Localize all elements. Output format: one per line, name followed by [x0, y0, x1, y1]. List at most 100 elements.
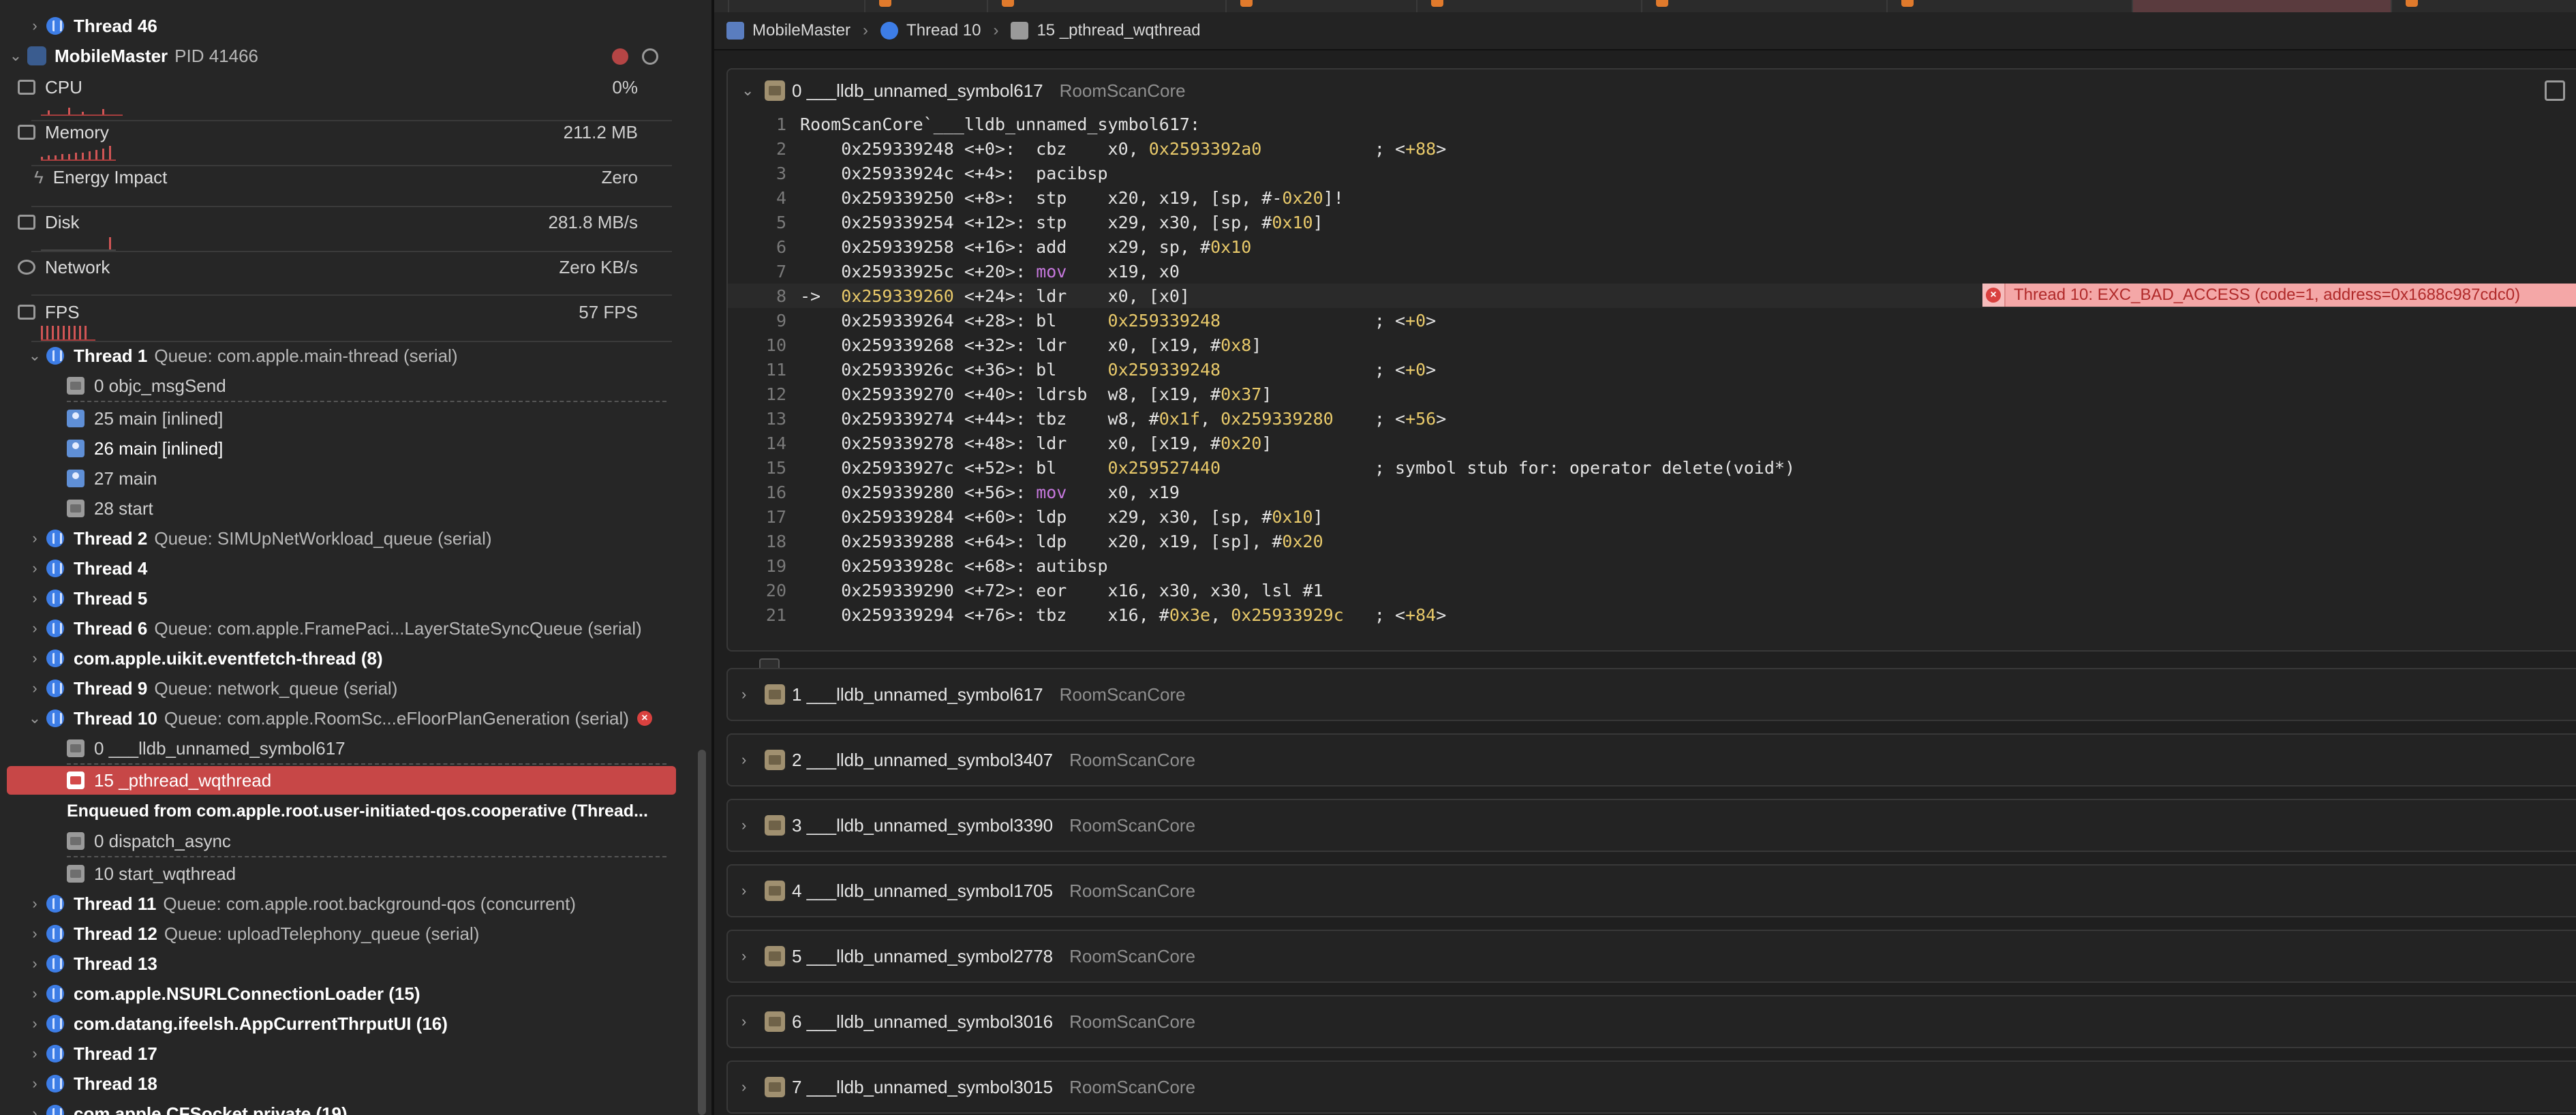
line-number[interactable]: 8 — [728, 286, 786, 306]
line-number[interactable]: 20 — [728, 581, 786, 600]
editor-tab[interactable] — [1225, 0, 1416, 12]
stack-frame-row[interactable]: 0 ___lldb_unnamed_symbol617 — [0, 735, 681, 762]
thread-row[interactable]: › Thread 6 Queue: com.apple.FramePaci...… — [0, 615, 681, 642]
chevron-right-icon[interactable]: › — [741, 816, 765, 834]
code-line[interactable]: 2 0x259339248 <+0>: cbz x0, 0x2593392a0 … — [728, 136, 2576, 161]
line-number[interactable]: 19 — [728, 556, 786, 576]
pause-indicator-icon[interactable] — [612, 48, 628, 65]
code-line-current[interactable]: 8 -> 0x259339260 <+24>: ldr x0, [x0] × Thre… — [728, 284, 2576, 308]
gauge-cpu[interactable]: CPU 0% — [0, 74, 681, 101]
thread-row[interactable]: › Thread 46 — [0, 12, 681, 40]
line-number[interactable]: 6 — [728, 237, 786, 257]
code-line[interactable]: 3 0x25933924c <+4>: pacibsp — [728, 161, 2576, 185]
frame-panel-header[interactable]: › 4 ___lldb_unnamed_symbol1705 RoomScanCor… — [728, 866, 2576, 916]
breadcrumb-frame[interactable]: 15 _pthread_wqthread — [1037, 21, 1200, 40]
breadcrumb-thread[interactable]: Thread 10 — [906, 21, 981, 40]
thread-row-crashed[interactable]: ⌄ Thread 10 Queue: com.apple.RoomSc...eF… — [0, 705, 681, 732]
chevron-right-icon[interactable]: › — [23, 17, 46, 35]
line-number[interactable]: 10 — [728, 335, 786, 355]
thread-row[interactable]: › Thread 5 — [0, 585, 681, 612]
chevron-right-icon[interactable]: › — [23, 955, 46, 973]
chevron-right-icon[interactable]: › — [741, 1078, 765, 1096]
gauge-disk[interactable]: Disk 281.8 MB/s — [0, 209, 681, 236]
debug-options-icon[interactable] — [642, 48, 658, 65]
line-number[interactable]: 2 — [728, 139, 786, 159]
chevron-right-icon[interactable]: › — [741, 882, 765, 900]
process-row[interactable]: ⌄ MobileMaster PID 41466 — [0, 42, 681, 70]
line-number[interactable]: 11 — [728, 360, 786, 380]
line-number[interactable]: 13 — [728, 409, 786, 429]
stack-frame-row-selected[interactable]: 15 _pthread_wqthread — [0, 767, 681, 794]
line-number[interactable]: 3 — [728, 164, 786, 183]
gauge-network[interactable]: Network Zero KB/s — [0, 254, 681, 281]
chevron-right-icon[interactable]: › — [23, 530, 46, 547]
chevron-right-icon[interactable]: › — [23, 560, 46, 577]
frame-panel-header[interactable]: › 3 ___lldb_unnamed_symbol3390 RoomScanCor… — [728, 800, 2576, 851]
chevron-right-icon[interactable]: › — [23, 1045, 46, 1063]
code-line[interactable]: 1 RoomScanCore`___lldb_unnamed_symbol617: — [728, 112, 2576, 136]
editor-tab[interactable] — [728, 0, 864, 12]
chevron-down-icon[interactable]: ⌄ — [23, 347, 46, 365]
thread-row[interactable]: › com.apple.NSURLConnectionLoader (15) — [0, 980, 681, 1007]
stack-frame-row[interactable]: 25 main [inlined] — [0, 405, 681, 432]
line-number[interactable]: 9 — [728, 311, 786, 331]
code-line[interactable]: 5 0x259339254 <+12>: stp x29, x30, [sp, … — [728, 210, 2576, 234]
chevron-right-icon[interactable]: › — [23, 1105, 46, 1115]
code-line[interactable]: 17 0x259339284 <+60>: ldp x29, x30, [sp,… — [728, 504, 2576, 529]
frame-panel-header[interactable]: › 7 ___lldb_unnamed_symbol3015 RoomScanCor… — [728, 1062, 2576, 1112]
frame-panel-collapsed[interactable]: › 3 ___lldb_unnamed_symbol3390 RoomScanCor… — [726, 799, 2576, 852]
navigator-scrollbar[interactable] — [698, 750, 706, 1115]
editor-tab[interactable] — [1416, 0, 1641, 12]
chevron-right-icon[interactable]: › — [741, 1013, 765, 1030]
frame-panel-collapsed[interactable]: › 7 ___lldb_unnamed_symbol3015 RoomScanCor… — [726, 1060, 2576, 1114]
code-line[interactable]: 6 0x259339258 <+16>: add x29, sp, #0x10 — [728, 234, 2576, 259]
gauge-fps[interactable]: FPS 57 FPS — [0, 299, 681, 326]
chevron-right-icon[interactable]: › — [23, 620, 46, 637]
thread-row[interactable]: › Thread 4 — [0, 555, 681, 582]
code-line[interactable]: 14 0x259339278 <+48>: ldr x0, [x19, #0x2… — [728, 431, 2576, 455]
frame-panel-header[interactable]: › 1 ___lldb_unnamed_symbol617 RoomScanCore — [728, 669, 2576, 720]
chevron-down-icon[interactable]: ⌄ — [4, 47, 27, 65]
thread-row[interactable]: › Thread 17 — [0, 1040, 681, 1067]
editor-tab[interactable] — [2391, 0, 2576, 12]
line-number[interactable]: 18 — [728, 532, 786, 551]
chevron-right-icon[interactable]: › — [741, 947, 765, 965]
chevron-right-icon[interactable]: › — [23, 650, 46, 667]
line-number[interactable]: 4 — [728, 188, 786, 208]
code-line[interactable]: 10 0x259339268 <+32>: ldr x0, [x19, #0x8… — [728, 333, 2576, 357]
crash-annotation[interactable]: × Thread 10: EXC_BAD_ACCESS (code=1, addr… — [1982, 284, 2576, 307]
line-number[interactable]: 16 — [728, 483, 786, 502]
code-line[interactable]: 19 0x25933928c <+68>: autibsp — [728, 553, 2576, 578]
line-number[interactable]: 5 — [728, 213, 786, 232]
stack-frame-row[interactable]: 10 start_wqthread — [0, 860, 681, 887]
line-number[interactable]: 14 — [728, 433, 786, 453]
editor-tab[interactable] — [987, 0, 1225, 12]
line-number[interactable]: 1 — [728, 114, 786, 134]
code-line[interactable]: 21 0x259339294 <+76>: tbz x16, #0x3e, 0x… — [728, 602, 2576, 627]
thread-row[interactable]: › com.datang.ifeelsh.AppCurrentThrputUI … — [0, 1010, 681, 1037]
frame-panel-header[interactable]: › 6 ___lldb_unnamed_symbol3016 RoomScanCor… — [728, 996, 2576, 1047]
gauge-memory[interactable]: Memory 211.2 MB — [0, 119, 681, 146]
thread-row[interactable]: › Thread 9 Queue: network_queue (serial) — [0, 675, 681, 702]
line-number[interactable]: 7 — [728, 262, 786, 281]
breadcrumb-project[interactable]: MobileMaster — [752, 21, 850, 40]
code-line[interactable]: 4 0x259339250 <+8>: stp x20, x19, [sp, #… — [728, 185, 2576, 210]
chevron-right-icon[interactable]: › — [23, 1075, 46, 1093]
stack-frame-row[interactable]: 0 dispatch_async — [0, 827, 681, 855]
expand-icon[interactable] — [2545, 80, 2565, 101]
frame-panel-collapsed[interactable]: › 4 ___lldb_unnamed_symbol1705 RoomScanCor… — [726, 864, 2576, 917]
frame-panel-header[interactable]: ⌄ 0 ___lldb_unnamed_symbol617 RoomScanCo… — [728, 70, 2576, 112]
chevron-right-icon[interactable]: › — [23, 985, 46, 1003]
chevron-right-icon[interactable]: › — [741, 686, 765, 703]
code-line[interactable]: 13 0x259339274 <+44>: tbz w8, #0x1f, 0x2… — [728, 406, 2576, 431]
frame-panel-collapsed[interactable]: › 1 ___lldb_unnamed_symbol617 RoomScanCore — [726, 668, 2576, 721]
editor-tab[interactable] — [1641, 0, 1886, 12]
code-line[interactable]: 12 0x259339270 <+40>: ldrsb w8, [x19, #0… — [728, 382, 2576, 406]
frame-panel-collapsed[interactable]: › 5 ___lldb_unnamed_symbol2778 RoomScanCor… — [726, 930, 2576, 983]
frame-panel-collapsed[interactable]: › 6 ___lldb_unnamed_symbol3016 RoomScanCor… — [726, 995, 2576, 1048]
code-line[interactable]: 20 0x259339290 <+72>: eor x16, x30, x30,… — [728, 578, 2576, 602]
editor-tab[interactable] — [864, 0, 987, 12]
code-line[interactable]: 18 0x259339288 <+64>: ldp x20, x19, [sp]… — [728, 529, 2576, 553]
thread-row[interactable]: › Thread 2 Queue: SIMUpNetWorkload_queue… — [0, 525, 681, 552]
chevron-right-icon[interactable]: › — [23, 1015, 46, 1033]
